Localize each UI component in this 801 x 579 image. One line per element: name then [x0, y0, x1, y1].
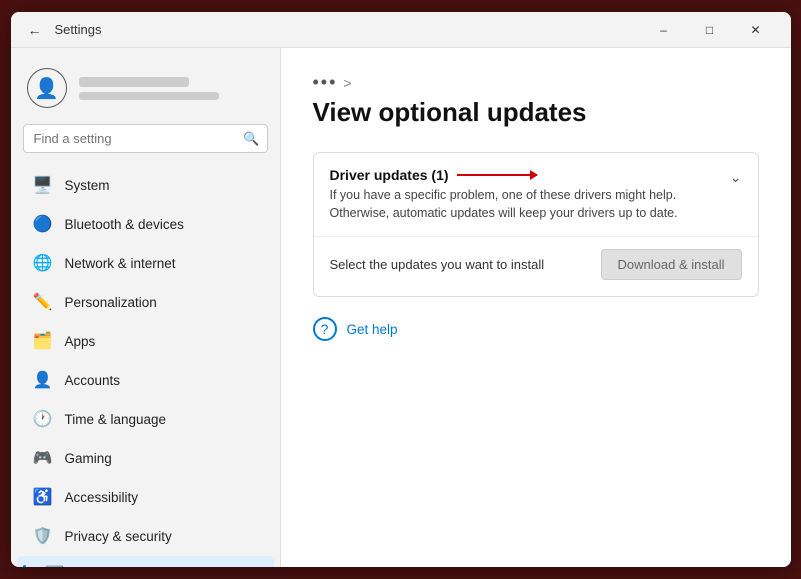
sidebar-item-label: Personalization — [65, 295, 157, 310]
sidebar-item-label: Accessibility — [65, 490, 139, 505]
active-indicator — [23, 565, 26, 567]
driver-title: Driver updates (1) — [330, 167, 722, 183]
accessibility-icon: ♿ — [33, 487, 53, 507]
sidebar-item-label: Privacy & security — [65, 529, 172, 544]
main-content: ••• > View optional updates Driver updat… — [281, 48, 791, 567]
bluetooth-icon: 🔵 — [33, 214, 53, 234]
sidebar-item-accessibility[interactable]: ♿ Accessibility — [17, 478, 274, 516]
window-title: Settings — [55, 22, 102, 37]
sidebar-item-bluetooth[interactable]: 🔵 Bluetooth & devices — [17, 205, 274, 243]
apps-icon: 🗂️ — [33, 331, 53, 351]
user-section: 👤 — [11, 48, 280, 120]
sidebar-item-label: Network & internet — [65, 256, 176, 271]
sidebar-item-label: System — [65, 178, 110, 193]
sidebar: 👤 🔍 🖥️ System 🔵 Bluetooth & devic — [11, 48, 281, 567]
maximize-button[interactable]: □ — [687, 12, 733, 48]
page-title: View optional updates — [313, 97, 759, 128]
time-icon: 🕐 — [33, 409, 53, 429]
driver-header[interactable]: Driver updates (1) If you have a specifi… — [314, 153, 758, 236]
update-install-row: Select the updates you want to install D… — [314, 236, 758, 296]
sidebar-item-gaming[interactable]: 🎮 Gaming — [17, 439, 274, 477]
search-icon: 🔍 — [243, 131, 259, 147]
close-button[interactable]: ✕ — [733, 12, 779, 48]
privacy-icon: 🛡️ — [33, 526, 53, 546]
search-box: 🔍 — [23, 124, 268, 153]
avatar: 👤 — [27, 68, 67, 108]
sidebar-item-time[interactable]: 🕐 Time & language — [17, 400, 274, 438]
sidebar-item-windows-update[interactable]: 🔄 Windows Update — [17, 556, 274, 567]
get-help-row: ? Get help — [313, 317, 759, 341]
sidebar-item-system[interactable]: 🖥️ System — [17, 166, 274, 204]
system-icon: 🖥️ — [33, 175, 53, 195]
user-avatar-icon: 👤 — [34, 76, 59, 101]
gaming-icon: 🎮 — [33, 448, 53, 468]
sidebar-item-personalization[interactable]: ✏️ Personalization — [17, 283, 274, 321]
sidebar-item-label: Gaming — [65, 451, 112, 466]
breadcrumb-dots[interactable]: ••• — [313, 72, 338, 93]
minimize-button[interactable]: – — [641, 12, 687, 48]
sidebar-item-label: Apps — [65, 334, 96, 349]
windows-update-icon: 🔄 — [45, 565, 65, 567]
download-install-button[interactable]: Download & install — [601, 249, 742, 280]
titlebar: ← Settings – □ ✕ — [11, 12, 791, 48]
content-area: 👤 🔍 🖥️ System 🔵 Bluetooth & devic — [11, 48, 791, 567]
user-info — [79, 77, 264, 100]
search-input[interactable] — [23, 124, 268, 153]
arrow-annotation — [457, 174, 537, 176]
accounts-icon: 👤 — [33, 370, 53, 390]
back-button[interactable]: ← — [23, 18, 47, 42]
driver-header-text: Driver updates (1) If you have a specifi… — [330, 167, 722, 222]
sidebar-item-label: Bluetooth & devices — [65, 217, 184, 232]
settings-window: ← Settings – □ ✕ 👤 🔍 — [11, 12, 791, 567]
user-name — [79, 77, 189, 87]
network-icon: 🌐 — [33, 253, 53, 273]
breadcrumb-separator: > — [343, 75, 351, 91]
sidebar-item-privacy[interactable]: 🛡️ Privacy & security — [17, 517, 274, 555]
get-help-link[interactable]: Get help — [347, 322, 398, 337]
sidebar-item-accounts[interactable]: 👤 Accounts — [17, 361, 274, 399]
get-help-icon: ? — [313, 317, 337, 341]
window-controls: – □ ✕ — [641, 12, 779, 48]
nav-items: 🖥️ System 🔵 Bluetooth & devices 🌐 Networ… — [11, 161, 280, 567]
driver-description: If you have a specific problem, one of t… — [330, 187, 722, 222]
chevron-down-icon: ⌄ — [730, 169, 742, 186]
personalization-icon: ✏️ — [33, 292, 53, 312]
driver-updates-section: Driver updates (1) If you have a specifi… — [313, 152, 759, 297]
sidebar-item-label: Accounts — [65, 373, 121, 388]
breadcrumb: ••• > — [313, 72, 759, 93]
sidebar-item-apps[interactable]: 🗂️ Apps — [17, 322, 274, 360]
sidebar-item-network[interactable]: 🌐 Network & internet — [17, 244, 274, 282]
user-email — [79, 92, 219, 100]
sidebar-item-label: Time & language — [65, 412, 167, 427]
select-updates-label: Select the updates you want to install — [330, 257, 545, 272]
